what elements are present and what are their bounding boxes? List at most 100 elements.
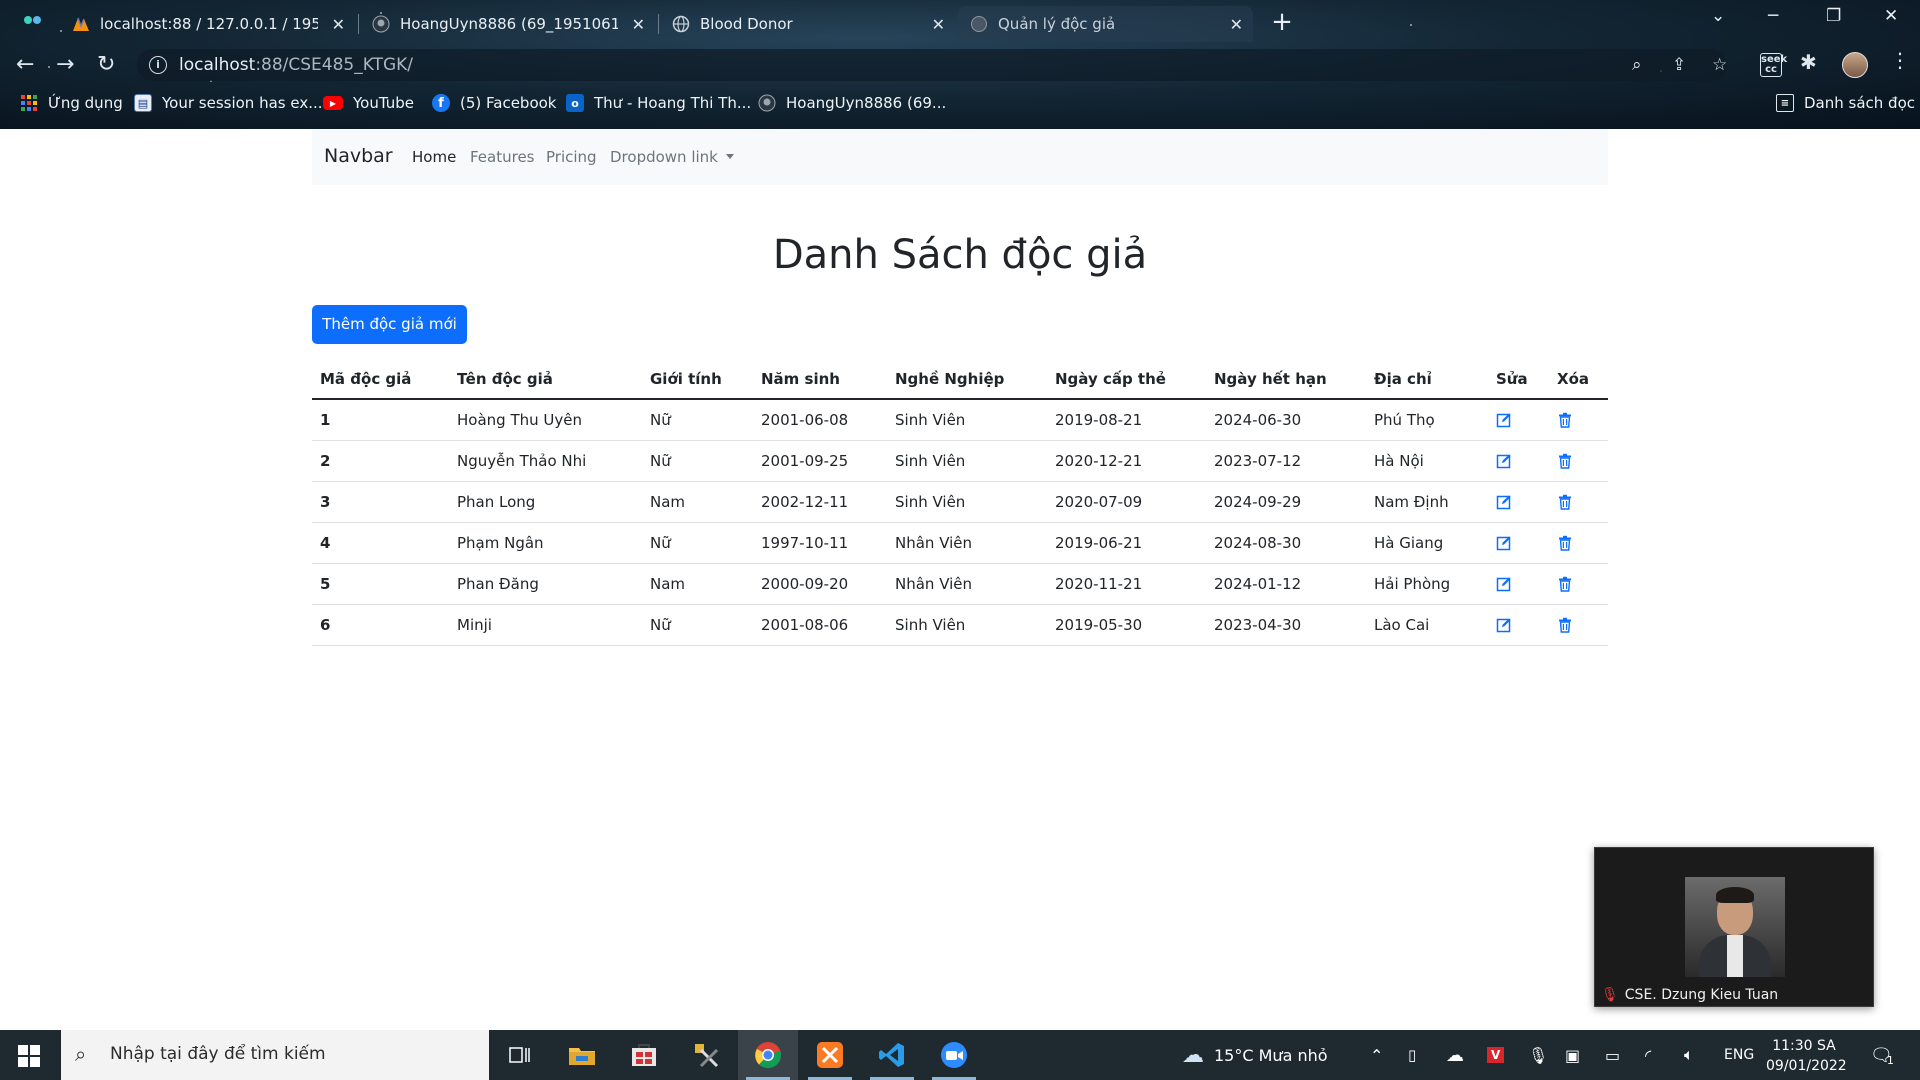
tab-title: localhost:88 / 127.0.0.1 / 195106 xyxy=(100,15,318,33)
forward-arrow-icon[interactable]: → xyxy=(56,52,74,77)
tab-list-chevron-icon[interactable]: ⌄ xyxy=(1711,6,1725,26)
table-row: 6 Minji Nữ 2001-08-06 Sinh Viên 2019-05-30 202… xyxy=(312,604,1608,646)
reading-list-button[interactable]: ≡ Danh sách đọc xyxy=(1776,94,1915,112)
nav-link-home[interactable]: Home xyxy=(412,148,456,166)
back-arrow-icon[interactable]: ← xyxy=(16,52,34,77)
cell-address: Hà Giang xyxy=(1366,522,1488,564)
add-reader-button[interactable]: Thêm độc giả mới xyxy=(312,305,467,344)
restore-button[interactable]: ❐ xyxy=(1826,6,1841,26)
close-icon[interactable]: ✕ xyxy=(1230,15,1243,34)
meeting-video-tile[interactable]: 🎙︎ CSE. Dzung Kieu Tuan xyxy=(1594,847,1874,1007)
onedrive-error-icon[interactable]: ☁ xyxy=(1446,1030,1464,1080)
taskbar-search-box[interactable]: ⌕ Nhập tại đây để tìm kiếm xyxy=(61,1030,489,1080)
column-header: Sửa xyxy=(1488,359,1549,400)
edit-icon[interactable] xyxy=(1496,412,1512,428)
cell-job: Nhân Viên xyxy=(887,522,1047,564)
volume-icon[interactable]: 🔈︎ xyxy=(1684,1030,1694,1080)
show-hidden-icons-chevron-icon[interactable]: ⌃ xyxy=(1370,1030,1383,1080)
close-icon[interactable]: ✕ xyxy=(632,15,645,34)
bookmark-github[interactable]: HoangUyn8886 (69... xyxy=(758,94,946,112)
trash-icon[interactable] xyxy=(1557,617,1573,633)
trash-icon[interactable] xyxy=(1557,412,1573,428)
address-url[interactable]: localhost:88/CSE485_KTGK/ xyxy=(179,55,413,75)
bookmark-youtube[interactable]: ▶ YouTube xyxy=(323,94,414,112)
taskbar-clock[interactable]: 11:30 SA 09/01/2022 xyxy=(1766,1036,1847,1076)
xampp-taskbar-icon[interactable] xyxy=(800,1030,860,1080)
cell-id: 6 xyxy=(312,604,449,646)
vscode-taskbar-icon[interactable] xyxy=(862,1030,922,1080)
tools-app-icon[interactable] xyxy=(676,1030,736,1080)
tab-divider xyxy=(658,14,659,34)
cell-dob: 2001-08-06 xyxy=(753,604,887,646)
bookmark-label: (5) Facebook xyxy=(460,94,557,112)
browser-menu-icon[interactable]: ⋮ xyxy=(1890,48,1910,72)
cell-address: Nam Định xyxy=(1366,481,1488,523)
address-bar[interactable]: i localhost:88/CSE485_KTGK/ ⌕ ⇪ ☆ xyxy=(137,49,1727,81)
windows-start-icon[interactable] xyxy=(18,1045,40,1067)
trash-icon[interactable] xyxy=(1557,576,1573,592)
site-navbar: Navbar Home Features Pricing Dropdown li… xyxy=(312,129,1608,185)
share-icon[interactable]: ⇪ xyxy=(1672,55,1686,75)
trash-icon[interactable] xyxy=(1557,535,1573,551)
zoom-icon[interactable]: ⌕ xyxy=(1632,55,1642,75)
windows-taskbar: ⌕ Nhập tại đây để tìm kiếm ☁ 15°C Mưa nh… xyxy=(0,1030,1920,1080)
display-icon[interactable]: ▣ xyxy=(1565,1030,1580,1080)
edit-icon[interactable] xyxy=(1496,535,1512,551)
cell-expires: 2024-01-12 xyxy=(1206,563,1366,605)
phone-link-icon[interactable]: ▯ xyxy=(1408,1030,1416,1080)
weather-widget[interactable]: ☁ 15°C Mưa nhỏ xyxy=(1182,1030,1328,1080)
table-row: 5 Phan Đăng Nam 2000-09-20 Nhân Viên 2020-11-… xyxy=(312,563,1608,605)
tab-phpmyadmin[interactable]: localhost:88 / 127.0.0.1 / 195106 ✕ xyxy=(60,6,355,42)
nav-link-features[interactable]: Features xyxy=(470,148,535,166)
edit-icon[interactable] xyxy=(1496,453,1512,469)
task-view-icon[interactable] xyxy=(490,1030,550,1080)
trash-icon[interactable] xyxy=(1557,453,1573,469)
column-header: Năm sinh xyxy=(753,359,887,400)
tab-quan-ly-doc-gia[interactable]: Quản lý độc giả ✕ xyxy=(958,6,1253,42)
seekcc-extension-icon[interactable]: seek cc xyxy=(1760,53,1787,77)
notification-center-icon[interactable]: 🗨︎ 1 xyxy=(1870,1030,1894,1080)
navbar-brand[interactable]: Navbar xyxy=(324,145,393,167)
apps-icon xyxy=(20,94,38,112)
close-icon[interactable]: ✕ xyxy=(332,15,345,34)
vivaldi-tray-icon[interactable]: V xyxy=(1487,1030,1505,1080)
nav-dropdown-link[interactable]: Dropdown link xyxy=(610,148,734,166)
new-tab-button[interactable]: + xyxy=(1267,8,1297,38)
notification-count: 1 xyxy=(1886,1053,1894,1067)
participant-video xyxy=(1685,877,1785,977)
wifi-icon[interactable]: ◜ xyxy=(1645,1030,1651,1080)
reload-icon[interactable]: ↻ xyxy=(97,52,115,77)
cell-delete xyxy=(1549,481,1608,523)
file-explorer-icon[interactable] xyxy=(552,1030,612,1080)
table-row: 3 Phan Long Nam 2002-12-11 Sinh Viên 2020-07-… xyxy=(312,481,1608,523)
tab-github[interactable]: HoangUyn8886 (69_1951061112 ✕ xyxy=(360,6,655,42)
store-app-icon[interactable] xyxy=(614,1030,674,1080)
profile-avatar[interactable] xyxy=(1842,52,1868,78)
chrome-taskbar-icon[interactable] xyxy=(738,1030,798,1080)
bookmark-outlook[interactable]: o Thư - Hoang Thi Th... xyxy=(566,94,751,112)
microphone-icon[interactable]: 🎙︎ xyxy=(1528,1030,1548,1080)
trash-icon[interactable] xyxy=(1557,494,1573,510)
cell-edit xyxy=(1488,604,1549,646)
cell-job: Sinh Viên xyxy=(887,440,1047,482)
bookmark-session[interactable]: ▤ Your session has ex... xyxy=(134,94,323,112)
tab-blood-donor[interactable]: Blood Donor ✕ xyxy=(660,6,955,42)
nav-dropdown-label: Dropdown link xyxy=(610,148,718,166)
bookmark-apps[interactable]: Ứng dụng xyxy=(20,94,123,112)
close-window-button[interactable]: ✕ xyxy=(1884,6,1898,26)
battery-icon[interactable]: ▭ xyxy=(1605,1030,1620,1080)
zoom-taskbar-icon[interactable] xyxy=(924,1030,984,1080)
minimize-button[interactable]: ─ xyxy=(1768,6,1778,26)
edit-icon[interactable] xyxy=(1496,494,1512,510)
close-icon[interactable]: ✕ xyxy=(932,15,945,34)
edit-icon[interactable] xyxy=(1496,617,1512,633)
nav-link-pricing[interactable]: Pricing xyxy=(546,148,597,166)
extensions-puzzle-icon[interactable]: ✱ xyxy=(1800,50,1817,74)
bookmark-facebook[interactable]: f (5) Facebook xyxy=(432,94,557,112)
table-body: 1 Hoàng Thu Uyên Nữ 2001-06-08 Sinh Viên 2019… xyxy=(312,399,1608,646)
tab-search-icon[interactable] xyxy=(24,14,44,26)
edit-icon[interactable] xyxy=(1496,576,1512,592)
bookmark-star-icon[interactable]: ☆ xyxy=(1712,55,1727,75)
language-indicator[interactable]: ENG xyxy=(1724,1030,1754,1080)
site-info-icon[interactable]: i xyxy=(149,56,167,74)
